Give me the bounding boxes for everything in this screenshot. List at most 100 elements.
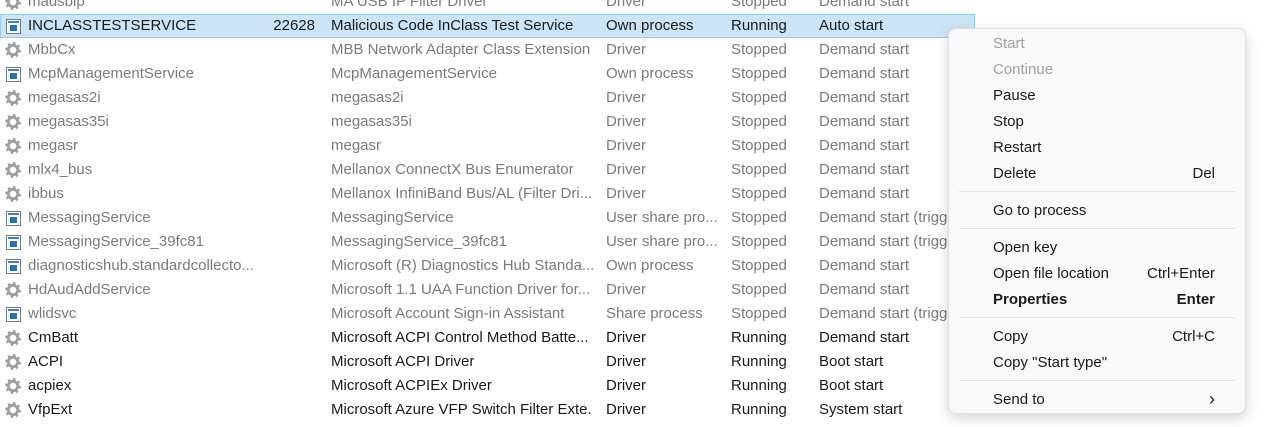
menu-item-stop[interactable]: Stop <box>959 109 1235 135</box>
menu-item-copy-start-type[interactable]: Copy "Start type" <box>959 350 1235 376</box>
service-name: MbbCx <box>28 41 76 58</box>
menu-item-shortcut: Ctrl+Enter <box>1147 265 1215 282</box>
gear-icon <box>3 326 23 350</box>
service-type: Driver <box>606 281 646 298</box>
service-name: acpiex <box>28 377 72 394</box>
service-row[interactable]: megasr megasr Driver Stopped Demand star… <box>0 134 975 158</box>
menu-item-start[interactable]: Start <box>959 31 1235 57</box>
service-status: Stopped <box>731 89 787 106</box>
service-type: Driver <box>606 0 646 10</box>
service-row[interactable]: mlx4_bus Mellanox ConnectX Bus Enumerato… <box>0 158 975 182</box>
menu-item-label: Open key <box>993 239 1058 256</box>
service-row[interactable]: McpManagementService McpManagementServic… <box>0 62 975 86</box>
service-row[interactable]: ACPI Microsoft ACPI Driver Driver Runnin… <box>0 350 975 374</box>
service-row[interactable]: megasas2i megasas2i Driver Stopped Deman… <box>0 86 975 110</box>
menu-item-open-key[interactable]: Open key <box>959 235 1235 261</box>
service-row[interactable]: MessagingService_39fc81 MessagingService… <box>0 230 975 254</box>
service-row[interactable]: diagnosticshub.standardcollecto... Micro… <box>0 254 975 278</box>
service-description: McpManagementService <box>331 65 497 82</box>
menu-item-properties[interactable]: Properties Enter <box>959 287 1235 313</box>
service-start-type: Demand start <box>819 0 910 10</box>
service-status: Stopped <box>731 41 787 58</box>
menu-item-copy[interactable]: Copy Ctrl+C <box>959 324 1235 350</box>
service-row[interactable]: megasas35i megasas35i Driver Stopped Dem… <box>0 110 975 134</box>
service-type: Driver <box>606 89 646 106</box>
gear-icon <box>3 182 23 206</box>
service-row[interactable]: INCLASSTESTSERVICE 22628 Malicious Code … <box>0 14 975 38</box>
menu-item-pause[interactable]: Pause <box>959 83 1235 109</box>
menu-item-open-file-location[interactable]: Open file location Ctrl+Enter <box>959 261 1235 287</box>
service-type: Driver <box>606 185 646 202</box>
service-description: Microsoft 1.1 UAA Function Driver for... <box>331 281 591 298</box>
menu-item-label: Start <box>993 35 1025 52</box>
service-row[interactable]: MessagingService MessagingService User s… <box>0 206 975 230</box>
service-name: VfpExt <box>28 401 73 418</box>
menu-item-restart[interactable]: Restart <box>959 135 1235 161</box>
service-name: wlidsvc <box>28 305 77 322</box>
service-name: INCLASSTESTSERVICE <box>28 17 197 34</box>
service-type: User share pro... <box>606 233 718 250</box>
menu-item-label: Copy <box>993 328 1029 345</box>
gear-icon <box>3 110 23 134</box>
service-row[interactable]: CmBatt Microsoft ACPI Control Method Bat… <box>0 326 975 350</box>
service-description: Microsoft ACPI Driver <box>331 353 475 370</box>
service-name: McpManagementService <box>28 65 194 82</box>
service-type: Driver <box>606 161 646 178</box>
service-name: CmBatt <box>28 329 79 346</box>
service-description: Malicious Code InClass Test Service <box>331 17 574 34</box>
service-row[interactable]: VfpExt Microsoft Azure VFP Switch Filter… <box>0 398 975 422</box>
menu-separator <box>959 191 1235 192</box>
service-type: Own process <box>606 65 694 82</box>
service-description: Mellanox InfiniBand Bus/AL (Filter Dri..… <box>331 185 593 202</box>
menu-item-continue[interactable]: Continue <box>959 57 1235 83</box>
service-status: Stopped <box>731 137 787 154</box>
service-start-type: Demand start <box>819 89 910 106</box>
service-icon <box>3 254 23 278</box>
menu-item-delete[interactable]: Delete Del <box>959 161 1235 187</box>
menu-separator <box>959 317 1235 318</box>
service-status: Stopped <box>731 257 787 274</box>
service-status: Running <box>731 353 787 370</box>
service-start-type: Demand start <box>819 161 910 178</box>
menu-item-go-to-process[interactable]: Go to process <box>959 198 1235 224</box>
menu-item-shortcut: Ctrl+C <box>1172 328 1215 345</box>
service-description: Mellanox ConnectX Bus Enumerator <box>331 161 574 178</box>
service-description: Microsoft Azure VFP Switch Filter Exte..… <box>331 401 593 418</box>
menu-item-send-to[interactable]: Send to › <box>959 387 1235 413</box>
service-description: MessagingService <box>331 209 454 226</box>
service-name: madsbip <box>28 0 85 10</box>
gear-icon <box>3 374 23 398</box>
service-status: Stopped <box>731 305 787 322</box>
service-row[interactable]: acpiex Microsoft ACPIEx Driver Driver Ru… <box>0 374 975 398</box>
service-type: Own process <box>606 257 694 274</box>
service-icon <box>3 206 23 230</box>
service-description: megasas2i <box>331 89 404 106</box>
menu-item-label: Properties <box>993 291 1068 308</box>
service-start-type: Demand start <box>819 65 910 82</box>
service-row[interactable]: madsbip MA USB IP Filter Driver Driver S… <box>0 0 975 14</box>
menu-item-label: Go to process <box>993 202 1087 219</box>
service-start-type: System start <box>819 401 903 418</box>
service-type: Own process <box>606 17 694 34</box>
menu-item-label: Restart <box>993 139 1042 156</box>
menu-item-label: Send to <box>993 391 1045 408</box>
chevron-right-icon: › <box>1209 389 1215 409</box>
service-icon <box>3 230 23 254</box>
service-start-type: Demand start <box>819 113 910 130</box>
service-row[interactable]: HdAudAddService Microsoft 1.1 UAA Functi… <box>0 278 975 302</box>
service-row[interactable]: MbbCx MBB Network Adapter Class Extensio… <box>0 38 975 62</box>
service-row[interactable]: ibbus Mellanox InfiniBand Bus/AL (Filter… <box>0 182 975 206</box>
menu-item-label: Open file location <box>993 265 1109 282</box>
service-name: diagnosticshub.standardcollecto... <box>28 257 254 274</box>
service-row[interactable]: wlidsvc Microsoft Account Sign-in Assist… <box>0 302 975 326</box>
service-icon <box>3 62 23 86</box>
service-status: Stopped <box>731 281 787 298</box>
service-start-type: Demand start <box>819 257 910 274</box>
service-description: Microsoft ACPIEx Driver <box>331 377 492 394</box>
service-name: megasas35i <box>28 113 109 130</box>
menu-item-label: Delete <box>993 165 1037 182</box>
service-type: Driver <box>606 401 646 418</box>
service-start-type: Auto start <box>819 17 884 34</box>
service-start-type: Demand start (trigg <box>819 209 948 226</box>
service-description: Microsoft (R) Diagnostics Hub Standa... <box>331 257 593 274</box>
